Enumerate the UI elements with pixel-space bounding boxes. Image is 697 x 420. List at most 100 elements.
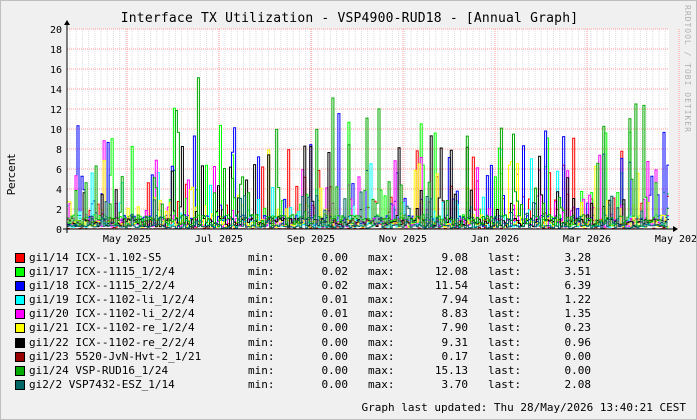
legend-swatch: [15, 267, 25, 278]
legend-max-label: max:: [368, 349, 395, 363]
x-tick-label: Sep 2025: [287, 234, 335, 245]
legend-max-value: 8.83: [441, 307, 469, 321]
legend-swatch: [15, 309, 25, 320]
legend-max-label: max:: [368, 279, 395, 293]
legend-swatch: [15, 379, 25, 390]
legend-min-value: 0.00: [321, 363, 349, 377]
legend-min-label: min:: [248, 321, 275, 335]
legend-series-name: gi1/23 5520-JvN-Hvt-2_1/21: [29, 349, 202, 363]
legend-min-label: min:: [248, 377, 275, 391]
legend-max-label: max:: [368, 293, 395, 307]
legend-last-label: last:: [488, 265, 522, 279]
legend-swatch: [15, 295, 25, 306]
legend-min-value: 0.01: [321, 293, 349, 307]
legend-min-label: min:: [248, 335, 275, 349]
last-updated-text: Graph last updated: Thu 28/May/2026 13:4…: [361, 401, 686, 414]
legend-series-name: gi1/18 ICX--1115_2/2/4: [29, 279, 175, 293]
x-tick-label: Jul 2025: [195, 234, 243, 245]
legend-min-value: 0.00: [321, 335, 349, 349]
legend-last-label: last:: [488, 321, 522, 335]
legend-last-label: last:: [488, 307, 522, 321]
legend-swatch: [15, 323, 25, 334]
x-tick-label: May 2025: [103, 234, 151, 245]
legend-last-value: 0.00: [564, 363, 592, 377]
legend-min-value: 0.01: [321, 307, 349, 321]
x-tick-label: May 2026: [655, 234, 697, 245]
y-tick-label: 14: [50, 85, 62, 96]
legend-max-value: 7.94: [441, 293, 469, 307]
legend-series-name: gi1/19 ICX--1102-li_1/2/4: [29, 293, 195, 307]
y-tick-label: 20: [50, 25, 62, 36]
legend-max-label: max:: [368, 363, 395, 377]
legend-last-label: last:: [488, 293, 522, 307]
y-tick-labels: 0 2 4 6 8 10 12 14 16 18 20: [50, 25, 62, 236]
legend-max-value: 12.08: [434, 265, 468, 279]
legend-min-label: min:: [248, 279, 275, 293]
legend-last-value: 0.23: [564, 321, 592, 335]
y-tick-label: 12: [50, 105, 62, 116]
graph-panel: Interface TX Utilization - VSP4900-RUD18…: [0, 0, 697, 420]
legend-last-value: 2.08: [564, 377, 592, 391]
x-tick-label: Nov 2025: [379, 234, 427, 245]
legend-last-value: 3.51: [564, 265, 592, 279]
legend-series-name: gi1/24 VSP-RUD16_1/24: [29, 363, 169, 377]
y-tick-label: 10: [50, 125, 62, 136]
legend-max-label: max:: [368, 251, 395, 264]
legend-max-value: 0.17: [441, 349, 469, 363]
legend-last-label: last:: [488, 251, 522, 264]
legend-max-value: 9.08: [441, 251, 469, 264]
y-tick-label: 0: [56, 225, 62, 236]
y-tick-label: 16: [50, 65, 62, 76]
y-tick-label: 18: [50, 45, 62, 56]
legend-min-label: min:: [248, 293, 275, 307]
legend-last-value: 6.39: [564, 279, 592, 293]
y-tick-label: 8: [56, 145, 62, 156]
legend-swatch: [15, 351, 25, 362]
legend-min-label: min:: [248, 363, 275, 377]
legend-last-label: last:: [488, 335, 522, 349]
legend-max-label: max:: [368, 307, 395, 321]
legend-max-value: 11.54: [434, 279, 468, 293]
legend-min-value: 0.00: [321, 251, 349, 264]
legend-max-value: 3.70: [441, 377, 469, 391]
y-tick-label: 2: [56, 205, 62, 216]
legend-series-name: gi1/21 ICX--1102-re_1/2/4: [29, 321, 195, 335]
legend-last-value: 0.96: [564, 335, 592, 349]
legend-last-value: 3.28: [564, 251, 592, 264]
legend-last-value: 1.35: [564, 307, 592, 321]
legend-series-name: gi1/17 ICX--1115_1/2/4: [29, 265, 175, 279]
legend-swatch: [15, 365, 25, 376]
legend-min-value: 0.00: [321, 321, 349, 335]
x-tick-labels: May 2025 Jul 2025 Sep 2025 Nov 2025 Jan 2026…: [103, 234, 697, 245]
legend-max-label: max:: [368, 335, 395, 349]
legend-max-label: max:: [368, 265, 395, 279]
legend-max-label: max:: [368, 321, 395, 335]
legend-series-name: gi1/14 ICX--1.102-S5: [29, 251, 162, 264]
legend-min-label: min:: [248, 307, 275, 321]
x-tick-label: Mar 2026: [563, 234, 611, 245]
legend-min-label: min:: [248, 265, 275, 279]
legend-min-value: 0.02: [321, 279, 349, 293]
legend-max-value: 15.13: [434, 363, 468, 377]
y-tick-label: 4: [56, 185, 62, 196]
legend-series-name: gi2/2 VSP7432-ESZ_1/14: [29, 377, 175, 391]
legend-last-label: last:: [488, 363, 522, 377]
legend-last-label: last:: [488, 377, 522, 391]
legend-series-name: gi1/20 ICX--1102-li_2/2/4: [29, 307, 195, 321]
legend-min-label: min:: [248, 349, 275, 363]
legend-min-value: 0.00: [321, 349, 349, 363]
legend-swatch: [15, 281, 25, 292]
legend-swatch: [15, 253, 25, 263]
y-axis-arrow: [64, 20, 70, 25]
legend-max-label: max:: [368, 377, 395, 391]
x-tick-label: Jan 2026: [471, 234, 519, 245]
legend-min-label: min:: [248, 251, 275, 264]
legend-last-label: last:: [488, 349, 522, 363]
legend-last-value: 1.22: [564, 293, 592, 307]
legend-swatch: [15, 337, 25, 348]
x-axis-arrow: [673, 226, 678, 232]
legend-series-name: gi1/22 ICX--1102-re_2/2/4: [29, 335, 195, 349]
legend-max-value: 7.90: [441, 321, 469, 335]
legend-last-value: 0.00: [564, 349, 592, 363]
legend-min-value: 0.00: [321, 377, 349, 391]
